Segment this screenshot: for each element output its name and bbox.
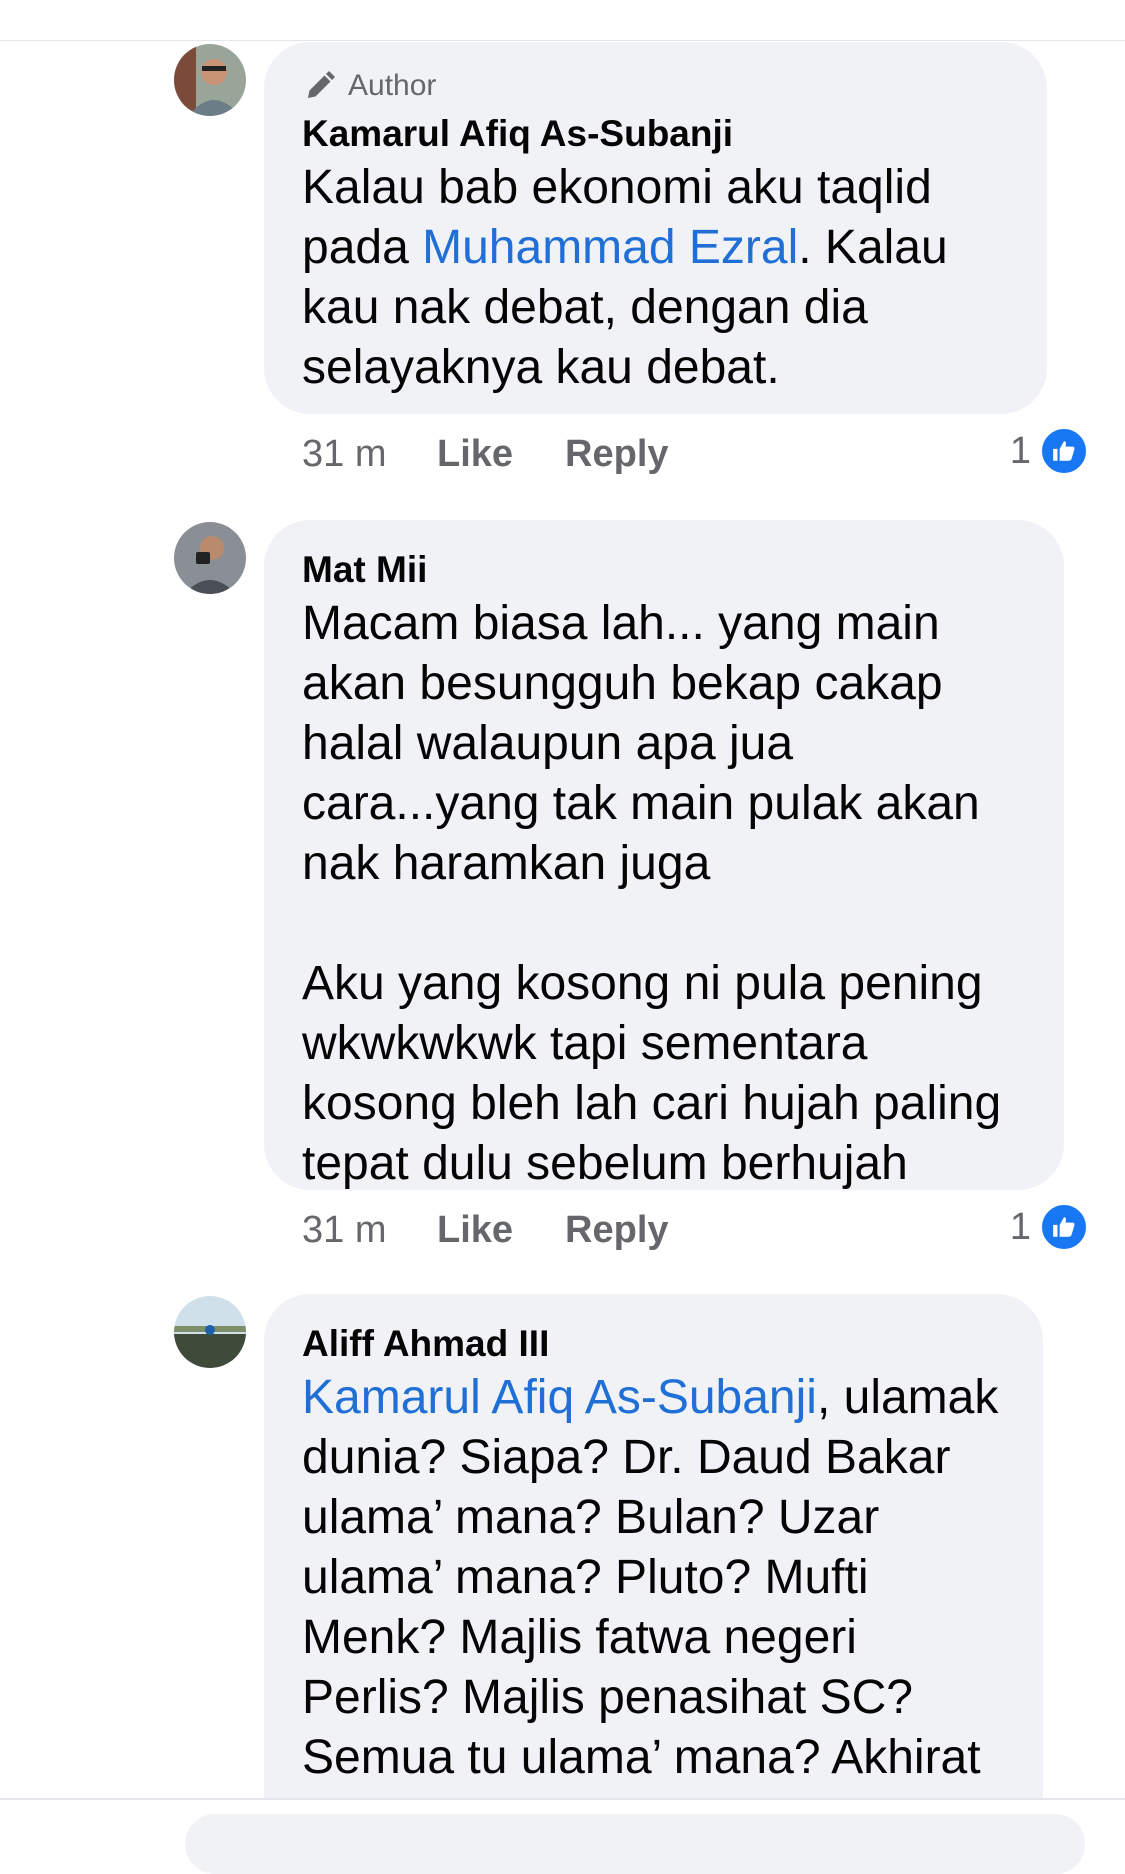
comment-text: Macam biasa lah... yang main akan besung… — [302, 597, 1002, 1190]
comments-feed: Author Kamarul Afiq As-Subanji Kalau bab… — [0, 0, 1125, 1798]
comment-composer[interactable] — [185, 1814, 1085, 1874]
commenter-name[interactable]: Mat Mii — [302, 546, 1028, 594]
avatar[interactable] — [174, 44, 246, 116]
avatar[interactable] — [174, 522, 246, 594]
reaction-summary[interactable]: 1 — [1010, 426, 1089, 476]
mention-link[interactable]: Muhammad Ezral — [422, 221, 798, 274]
thumbs-up-icon — [1039, 1202, 1089, 1252]
comment-bubble: Mat Mii Macam biasa lah... yang main aka… — [264, 520, 1064, 1190]
comment-actions: 31 m Like Reply — [302, 1205, 721, 1255]
comment-text: Kamarul Afiq As-Subanji, ulamak dunia? S… — [302, 1368, 1007, 1798]
reply-button[interactable]: Reply — [565, 433, 668, 476]
comment-actions: 31 m Like Reply — [302, 429, 721, 479]
comment-text-part: , ulamak dunia? Siapa? Dr. Daud Bakar ul… — [302, 1371, 999, 1798]
reply-button[interactable]: Reply — [565, 1209, 668, 1252]
thumbs-up-icon — [1039, 426, 1089, 476]
timestamp[interactable]: 31 m — [302, 433, 437, 476]
like-button[interactable]: Like — [437, 433, 513, 476]
author-badge: Author — [302, 68, 1011, 104]
commenter-name[interactable]: Kamarul Afiq As-Subanji — [302, 110, 1011, 158]
reaction-count: 1 — [1009, 1205, 1031, 1248]
comment-text: Kalau bab ekonomi aku taqlid pada Muhamm… — [302, 158, 1011, 398]
author-badge-label: Author — [348, 69, 437, 102]
divider — [0, 40, 1125, 41]
comment-bubble: Author Kamarul Afiq As-Subanji Kalau bab… — [264, 42, 1047, 414]
mention-link[interactable]: Kamarul Afiq As-Subanji — [302, 1371, 817, 1424]
like-button[interactable]: Like — [437, 1209, 513, 1252]
timestamp[interactable]: 31 m — [302, 1209, 437, 1252]
commenter-name[interactable]: Aliff Ahmad III — [302, 1320, 1007, 1368]
comment-bubble: Aliff Ahmad III Kamarul Afiq As-Subanji,… — [264, 1294, 1043, 1798]
avatar[interactable] — [174, 1296, 246, 1368]
pencil-icon — [308, 71, 335, 98]
reaction-summary[interactable]: 1 — [1010, 1202, 1089, 1252]
reaction-count: 1 — [1009, 429, 1031, 472]
